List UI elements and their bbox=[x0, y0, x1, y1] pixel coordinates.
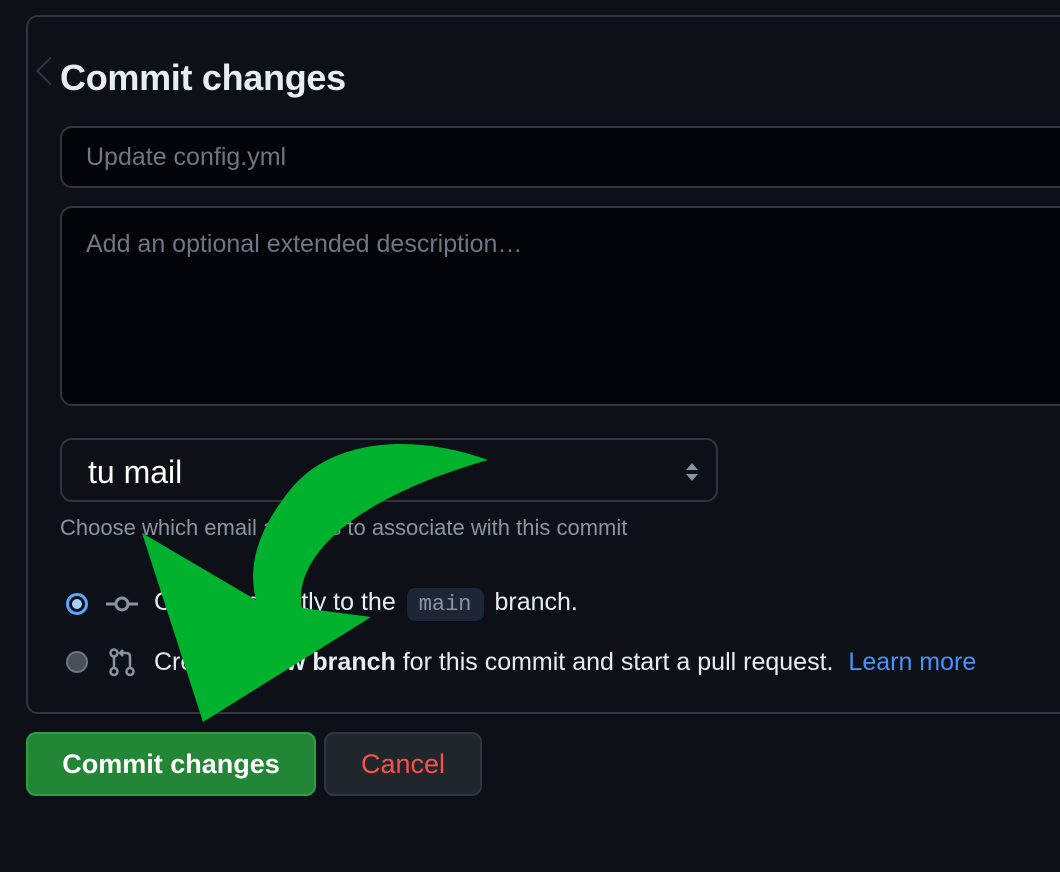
option-commit-direct-text: Commit directly to the main branch. bbox=[154, 587, 578, 621]
option-commit-direct[interactable]: Commit directly to the main branch. bbox=[66, 584, 578, 624]
branch-name-chip: main bbox=[406, 587, 484, 621]
commit-description-input[interactable] bbox=[60, 206, 1060, 406]
email-select-value: tu mail bbox=[88, 454, 183, 490]
option-commit-direct-prefix: Commit directly to the bbox=[154, 587, 396, 616]
option-new-branch-prefix: Create a bbox=[154, 647, 250, 676]
commit-dialog: Commit changes tu mail Choose which emai… bbox=[26, 15, 1060, 714]
cancel-button[interactable]: Cancel bbox=[324, 732, 482, 796]
commit-changes-button[interactable]: Commit changes bbox=[26, 732, 316, 796]
learn-more-link[interactable]: Learn more bbox=[848, 648, 976, 676]
git-commit-icon bbox=[106, 596, 138, 612]
option-new-branch-suffix: for this commit and start a pull request… bbox=[402, 647, 834, 676]
option-new-branch[interactable]: Create a new branch for this commit and … bbox=[66, 642, 976, 682]
commit-summary-input[interactable] bbox=[60, 126, 1060, 188]
select-arrows-icon bbox=[686, 463, 698, 481]
radio-new-branch[interactable] bbox=[66, 651, 88, 673]
option-new-branch-text: Create a new branch for this commit and … bbox=[154, 648, 976, 677]
git-pull-request-icon bbox=[109, 648, 135, 676]
page: Commit changes tu mail Choose which emai… bbox=[0, 0, 1060, 872]
commit-email-select[interactable]: tu mail bbox=[60, 438, 718, 502]
email-hint: Choose which email address to associate … bbox=[60, 515, 628, 540]
radio-commit-direct[interactable] bbox=[66, 593, 88, 615]
option-commit-direct-suffix: branch. bbox=[494, 587, 578, 616]
dialog-title: Commit changes bbox=[60, 57, 346, 98]
option-new-branch-bold: new branch bbox=[256, 647, 396, 676]
